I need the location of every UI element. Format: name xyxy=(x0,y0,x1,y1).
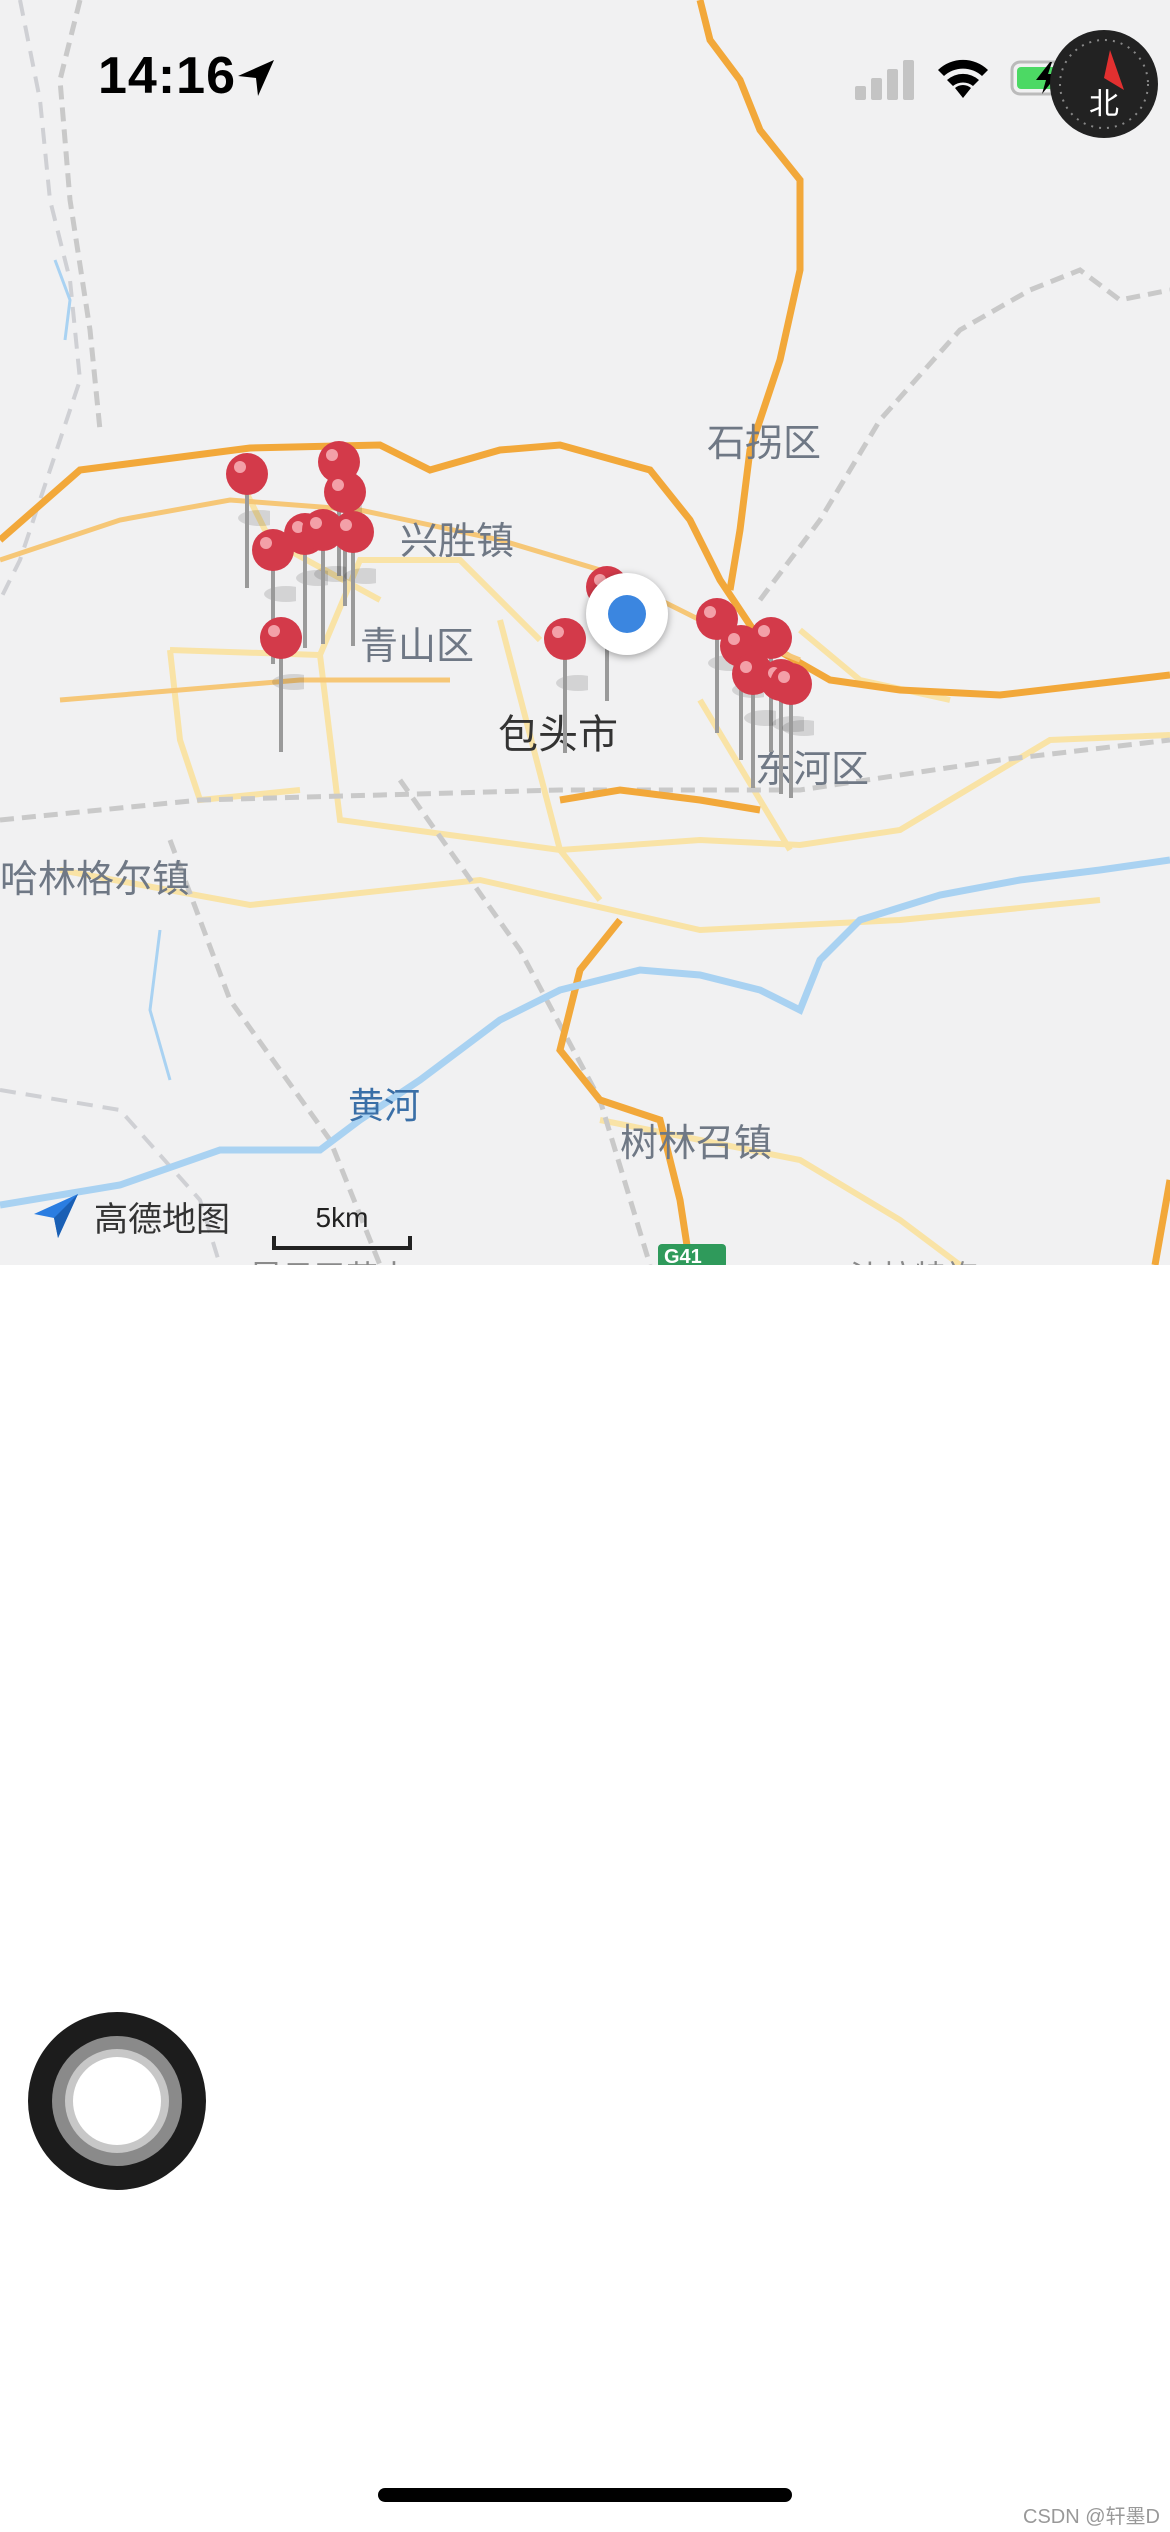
amap-logo-text: 高德地图 xyxy=(94,1200,230,1239)
amap-logo: 高德地图 xyxy=(30,1190,230,1242)
wifi-icon xyxy=(938,59,988,98)
place-label: 石拐区 xyxy=(707,423,822,465)
cellular-signal-icon xyxy=(855,60,914,100)
map-pin-icon[interactable] xyxy=(542,617,588,757)
road-shield-label: G41 xyxy=(664,1246,702,1265)
river-label: 黄河 xyxy=(348,1085,421,1126)
status-time: 14:16 xyxy=(98,47,236,105)
place-label: 沙拉特旗 xyxy=(850,1252,978,1265)
map-pin-icon[interactable] xyxy=(768,662,814,802)
scale-bar: 5km xyxy=(272,1202,412,1250)
assistive-touch-button[interactable] xyxy=(28,2012,206,2190)
place-label: 兴胜镇 xyxy=(400,521,515,563)
map-pin-icon[interactable] xyxy=(258,616,304,756)
place-label: 昆日召苏木 xyxy=(250,1252,410,1265)
compass-icon[interactable]: 北 xyxy=(1048,28,1160,140)
map-pin-icon[interactable] xyxy=(330,510,376,650)
compass-label: 北 xyxy=(1089,87,1119,122)
amap-logo-icon xyxy=(34,1194,78,1238)
place-label: 哈林格尔镇 xyxy=(0,859,191,901)
status-bar: 14:16 北 xyxy=(0,0,1170,150)
place-label: 树林召镇 xyxy=(620,1123,773,1165)
watermark: CSDN @轩墨D xyxy=(1023,2506,1160,2528)
home-indicator[interactable] xyxy=(378,2488,792,2502)
scale-label: 5km xyxy=(315,1202,369,1233)
location-arrow-icon xyxy=(238,60,274,96)
map-view[interactable]: 石拐区 兴胜镇 青山区 包头市 东河区 哈林格尔镇 黄河 树林召镇 昆日召苏木 … xyxy=(0,0,1170,1265)
place-label: 青山区 xyxy=(360,626,475,668)
current-location-marker[interactable] xyxy=(586,573,668,655)
